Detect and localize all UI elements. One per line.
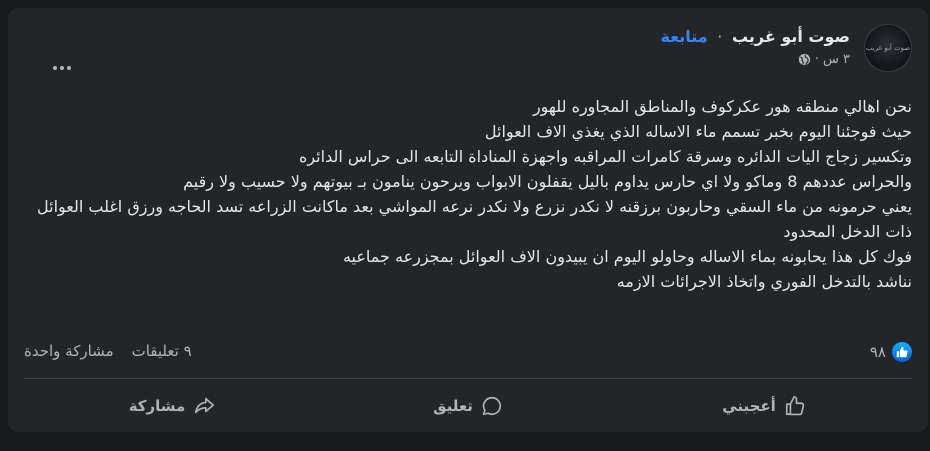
like-label: أعجبني [722,397,776,415]
reactions-summary[interactable]: ٩٨ [870,342,912,362]
post-card: صوت أبو غريب صوت أبو غريب · متابعة ٣ س ·… [8,8,928,432]
post-line: نحن اهالي منطقه هور عكركوف والمناطق المج… [532,97,912,116]
avatar[interactable]: صوت أبو غريب [864,24,912,72]
comment-button[interactable]: تعليق [320,384,616,428]
post-meta: صوت أبو غريب · متابعة ٣ س · [661,26,851,67]
author-name[interactable]: صوت أبو غريب [732,27,850,46]
comment-label: تعليق [433,397,473,415]
globe-icon [798,53,811,66]
thumbs-up-icon [785,396,805,416]
post-header: صوت أبو غريب صوت أبو غريب · متابعة ٣ س · [24,24,912,80]
time-line: ٣ س · [661,52,850,67]
engagement-counts: ٩ تعليقات مشاركة واحدة [24,342,192,360]
post-line: فوك كل هذا يحابونه بماء الاساله وحاولو ا… [342,247,912,266]
comment-icon [482,396,501,416]
share-button[interactable]: مشاركة [24,384,320,428]
like-reaction-icon [892,342,912,362]
like-button[interactable]: أعجبني [616,384,912,428]
share-label: مشاركة [128,397,186,415]
author-line: صوت أبو غريب · متابعة [661,26,851,48]
separator-dot: · [717,27,723,46]
more-options-icon[interactable] [44,50,80,86]
follow-link[interactable]: متابعة [661,27,708,46]
reactions-count: ٩٨ [869,343,886,361]
post-line: نناشد بالتدخل الفوري واتخاذ الاجرائات ال… [616,272,912,291]
comments-count[interactable]: ٩ تعليقات [132,342,192,360]
action-bar: أعجبني تعليق مشاركة [24,384,912,428]
post-line: يعني حرمونه من ماء السقي وحاربون برزقنه … [37,197,912,241]
post-line: حيث فوجئنا اليوم بخبر تسمم ماء الاساله ا… [484,122,912,141]
post-time[interactable]: ٣ س [823,52,850,67]
post-body: نحن اهالي منطقه هور عكركوف والمناطق المج… [22,94,912,294]
avatar-text: صوت أبو غريب [865,44,911,52]
post-line: والحراس عددهم 8 وماكو ولا اي حارس يداوم … [183,172,912,191]
divider [24,378,912,379]
post-line: وتكسير زجاج اليات الدائره وسرقة كامرات ا… [298,147,912,166]
share-icon [195,397,215,414]
shares-count[interactable]: مشاركة واحدة [24,342,114,360]
post-stats: ٩٨ ٩ تعليقات مشاركة واحدة [24,342,912,368]
time-separator: · [814,52,819,67]
